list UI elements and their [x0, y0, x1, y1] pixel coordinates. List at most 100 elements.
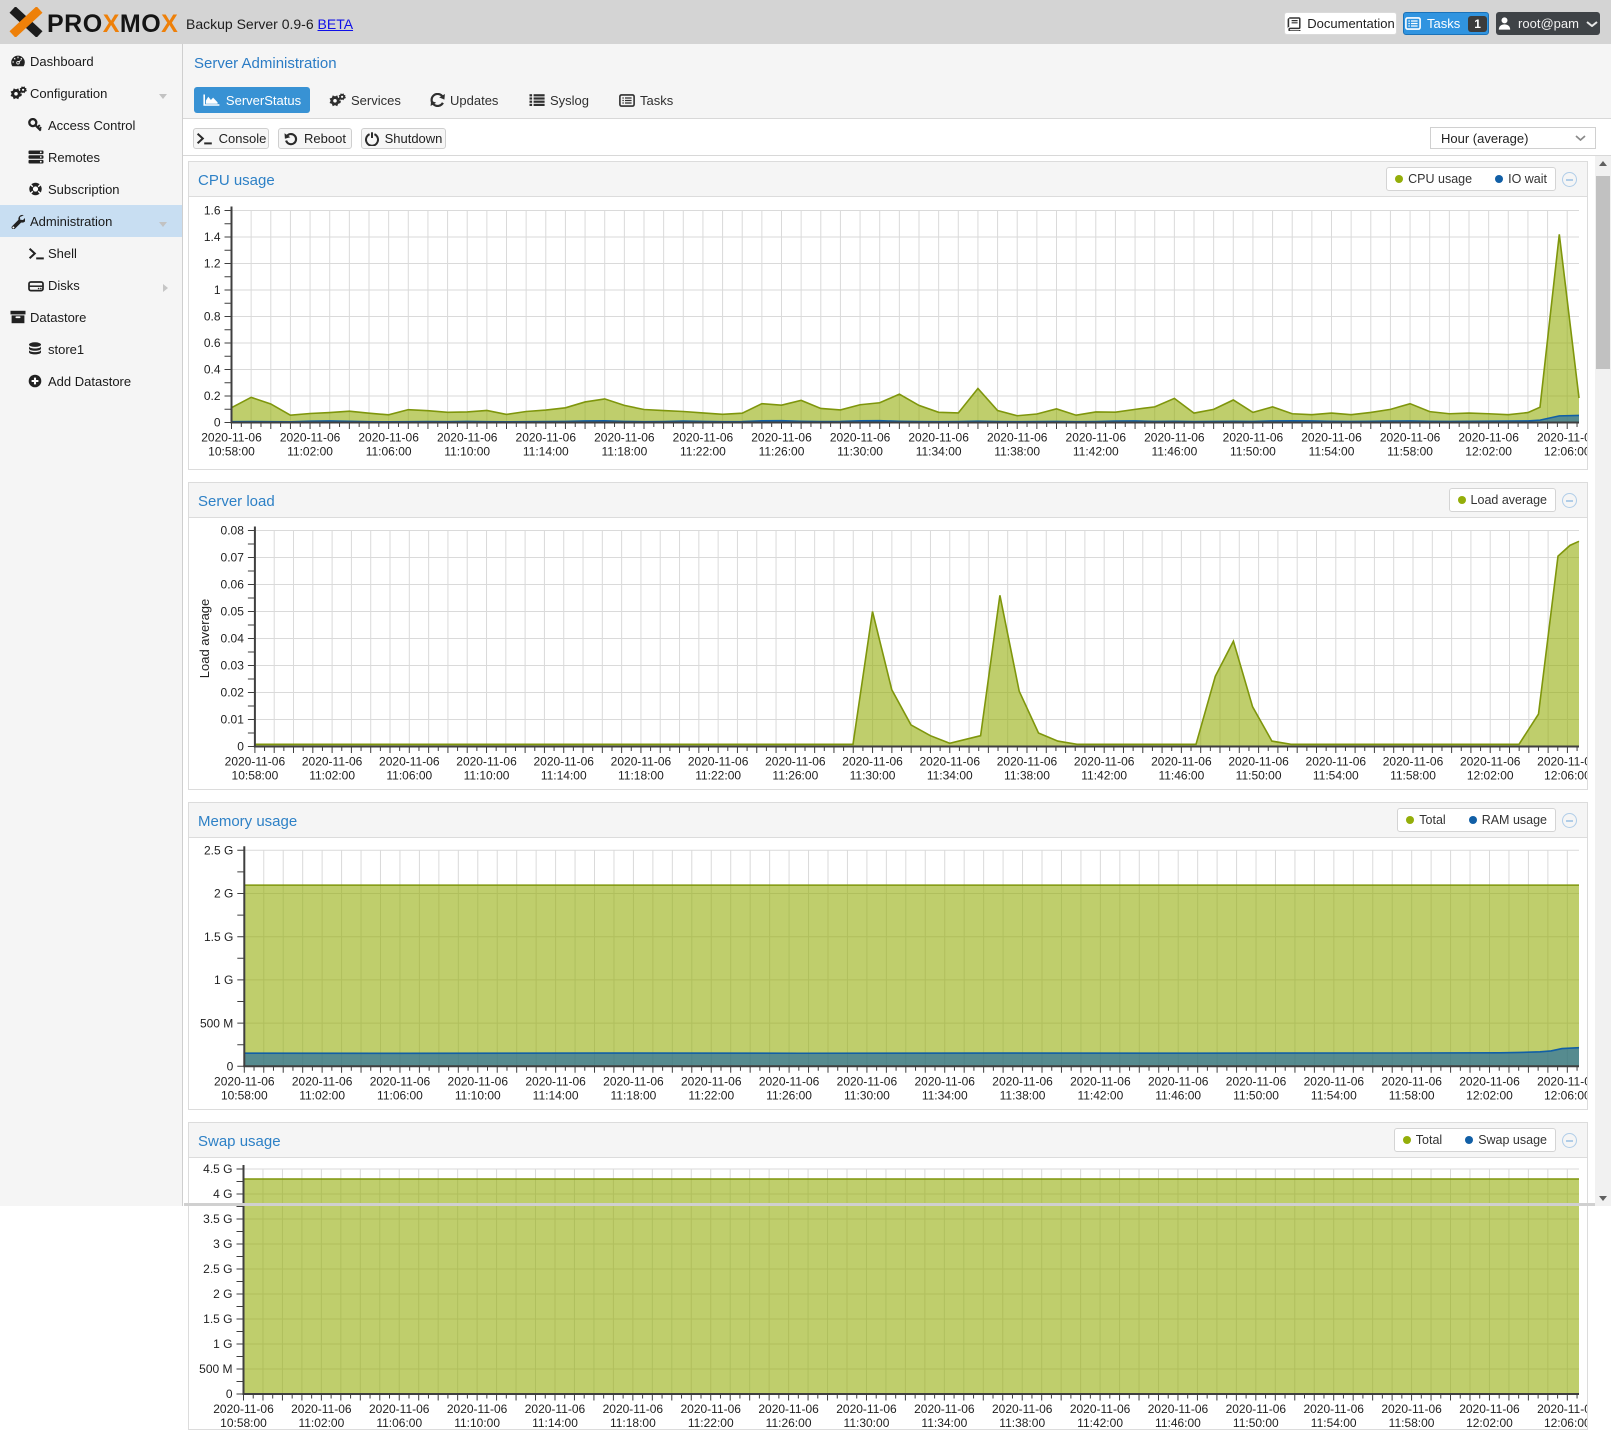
svg-text:11:22:00: 11:22:00: [695, 769, 741, 783]
svg-text:2020-11-06: 2020-11-06: [1460, 755, 1521, 769]
svg-text:11:34:00: 11:34:00: [921, 1416, 967, 1430]
svg-text:2020-11-06: 2020-11-06: [213, 1402, 274, 1416]
svg-text:2020-11-06: 2020-11-06: [1226, 1402, 1287, 1416]
svg-text:11:22:00: 11:22:00: [680, 445, 726, 459]
svg-text:11:34:00: 11:34:00: [916, 445, 962, 459]
svg-text:11:54:00: 11:54:00: [1311, 1088, 1357, 1102]
svg-text:1 G: 1 G: [213, 1337, 232, 1351]
svg-text:2020-11-06: 2020-11-06: [1537, 1402, 1587, 1416]
svg-text:0.6: 0.6: [204, 336, 221, 350]
svg-text:0.4: 0.4: [204, 363, 221, 377]
svg-text:11:14:00: 11:14:00: [523, 445, 569, 459]
svg-text:2020-11-06: 2020-11-06: [379, 755, 440, 769]
svg-text:0.04: 0.04: [221, 632, 245, 646]
svg-text:0.08: 0.08: [221, 524, 245, 538]
svg-text:2020-11-06: 2020-11-06: [1144, 431, 1205, 445]
svg-text:11:30:00: 11:30:00: [844, 1416, 890, 1430]
svg-text:11:58:00: 11:58:00: [1387, 445, 1433, 459]
svg-text:11:38:00: 11:38:00: [1004, 769, 1050, 783]
svg-text:12:02:00: 12:02:00: [1466, 1088, 1513, 1102]
svg-text:0: 0: [237, 740, 244, 754]
svg-text:2020-11-06: 2020-11-06: [214, 1074, 275, 1088]
svg-text:11:06:00: 11:06:00: [377, 1088, 423, 1102]
svg-text:2020-11-06: 2020-11-06: [1458, 431, 1519, 445]
svg-text:500 M: 500 M: [200, 1016, 233, 1030]
svg-text:2020-11-06: 2020-11-06: [680, 1402, 741, 1416]
svg-text:2020-11-06: 2020-11-06: [611, 755, 672, 769]
svg-text:11:10:00: 11:10:00: [444, 445, 490, 459]
svg-text:11:10:00: 11:10:00: [454, 1416, 500, 1430]
svg-text:2020-11-06: 2020-11-06: [920, 755, 981, 769]
svg-text:2020-11-06: 2020-11-06: [525, 1074, 586, 1088]
svg-text:10:58:00: 10:58:00: [232, 769, 279, 783]
svg-text:11:18:00: 11:18:00: [618, 769, 664, 783]
svg-text:11:46:00: 11:46:00: [1158, 769, 1204, 783]
svg-text:0.8: 0.8: [204, 310, 221, 324]
svg-text:10:58:00: 10:58:00: [221, 1088, 268, 1102]
svg-text:11:42:00: 11:42:00: [1077, 1088, 1123, 1102]
svg-text:1: 1: [214, 283, 221, 297]
svg-text:11:42:00: 11:42:00: [1081, 769, 1127, 783]
svg-text:11:46:00: 11:46:00: [1155, 1416, 1201, 1430]
svg-text:11:26:00: 11:26:00: [766, 1088, 812, 1102]
svg-text:2020-11-06: 2020-11-06: [765, 755, 826, 769]
svg-text:10:58:00: 10:58:00: [208, 445, 255, 459]
svg-text:11:02:00: 11:02:00: [287, 445, 333, 459]
svg-text:11:18:00: 11:18:00: [610, 1416, 656, 1430]
svg-text:2020-11-06: 2020-11-06: [456, 755, 517, 769]
svg-text:11:10:00: 11:10:00: [455, 1088, 501, 1102]
svg-text:2020-11-06: 2020-11-06: [1303, 1402, 1364, 1416]
svg-text:0.05: 0.05: [221, 605, 245, 619]
svg-text:4.5 G: 4.5 G: [203, 1162, 232, 1176]
svg-text:2020-11-06: 2020-11-06: [1148, 1074, 1209, 1088]
svg-text:2020-11-06: 2020-11-06: [1301, 431, 1362, 445]
svg-text:12:06:00: 12:06:00: [1544, 1416, 1587, 1430]
svg-text:12:06:00: 12:06:00: [1544, 769, 1587, 783]
svg-text:11:54:00: 11:54:00: [1313, 769, 1359, 783]
svg-text:2020-11-06: 2020-11-06: [836, 1402, 897, 1416]
svg-text:2020-11-06: 2020-11-06: [759, 1074, 820, 1088]
svg-text:11:22:00: 11:22:00: [688, 1416, 734, 1430]
svg-text:2020-11-06: 2020-11-06: [302, 755, 363, 769]
svg-text:2020-11-06: 2020-11-06: [908, 431, 969, 445]
svg-text:2020-11-06: 2020-11-06: [992, 1074, 1053, 1088]
svg-text:2020-11-06: 2020-11-06: [437, 431, 498, 445]
svg-text:11:06:00: 11:06:00: [376, 1416, 422, 1430]
svg-text:2020-11-06: 2020-11-06: [992, 1402, 1053, 1416]
svg-text:0.02: 0.02: [221, 686, 245, 700]
svg-text:2020-11-06: 2020-11-06: [516, 431, 577, 445]
svg-text:2 G: 2 G: [214, 887, 233, 901]
svg-text:2020-11-06: 2020-11-06: [758, 1402, 819, 1416]
svg-text:11:58:00: 11:58:00: [1389, 1416, 1435, 1430]
svg-text:500 M: 500 M: [199, 1362, 232, 1376]
svg-text:2020-11-06: 2020-11-06: [1537, 431, 1587, 445]
svg-text:2020-11-06: 2020-11-06: [673, 431, 734, 445]
svg-text:0.01: 0.01: [221, 713, 245, 727]
svg-text:0.06: 0.06: [221, 578, 245, 592]
svg-text:11:26:00: 11:26:00: [772, 769, 818, 783]
svg-text:11:50:00: 11:50:00: [1233, 1088, 1279, 1102]
svg-text:11:02:00: 11:02:00: [298, 1416, 344, 1430]
svg-text:2020-11-06: 2020-11-06: [1537, 1074, 1587, 1088]
svg-text:2020-11-06: 2020-11-06: [830, 431, 891, 445]
svg-text:11:30:00: 11:30:00: [844, 1088, 890, 1102]
svg-text:11:46:00: 11:46:00: [1155, 1088, 1201, 1102]
svg-text:2020-11-06: 2020-11-06: [688, 755, 749, 769]
svg-text:11:26:00: 11:26:00: [766, 1416, 812, 1430]
svg-text:11:58:00: 11:58:00: [1390, 769, 1436, 783]
svg-text:2020-11-06: 2020-11-06: [292, 1074, 353, 1088]
svg-text:11:18:00: 11:18:00: [611, 1088, 657, 1102]
svg-text:2020-11-06: 2020-11-06: [1070, 1074, 1131, 1088]
svg-text:11:02:00: 11:02:00: [299, 1088, 345, 1102]
svg-text:11:18:00: 11:18:00: [601, 445, 647, 459]
svg-text:2020-11-06: 2020-11-06: [1381, 1402, 1442, 1416]
svg-text:11:22:00: 11:22:00: [688, 1088, 734, 1102]
svg-text:11:42:00: 11:42:00: [1073, 445, 1119, 459]
svg-text:2020-11-06: 2020-11-06: [369, 1402, 430, 1416]
svg-text:1.5 G: 1.5 G: [203, 1312, 232, 1326]
svg-text:0.03: 0.03: [221, 659, 245, 673]
svg-text:2.5 G: 2.5 G: [204, 844, 233, 858]
svg-text:11:58:00: 11:58:00: [1389, 1088, 1435, 1102]
svg-text:11:06:00: 11:06:00: [386, 769, 432, 783]
svg-text:11:02:00: 11:02:00: [309, 769, 355, 783]
